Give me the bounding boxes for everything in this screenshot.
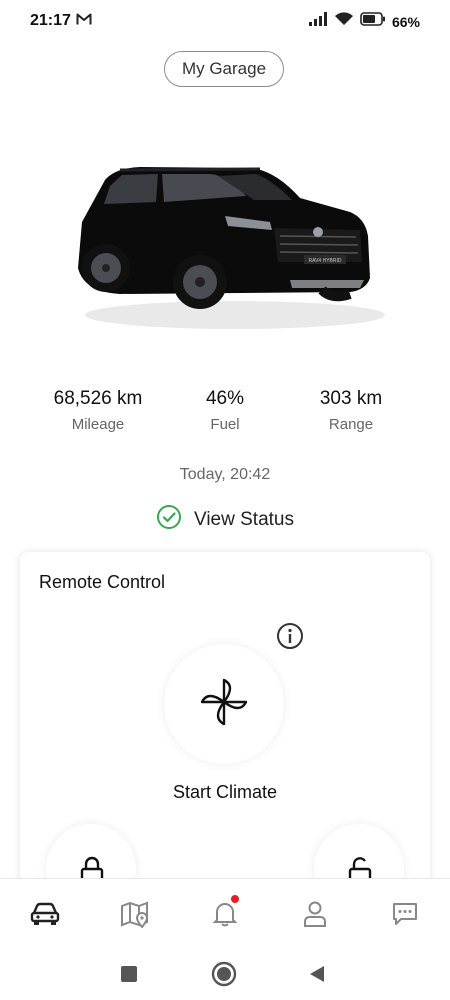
profile-icon bbox=[304, 901, 326, 927]
battery-percent: 66% bbox=[391, 13, 420, 30]
range-label: Range bbox=[328, 416, 374, 433]
view-status-button[interactable]: View Status bbox=[156, 504, 294, 536]
notification-badge bbox=[231, 895, 239, 903]
mileage-label: Mileage bbox=[71, 416, 125, 433]
map-icon bbox=[121, 901, 149, 928]
wifi-icon bbox=[334, 11, 354, 32]
nav-map[interactable] bbox=[115, 897, 155, 931]
square-icon bbox=[121, 966, 137, 982]
bell-icon bbox=[212, 903, 238, 927]
recents-button[interactable] bbox=[115, 960, 143, 988]
fuel-value: 46% bbox=[205, 388, 245, 409]
nav-notifications[interactable] bbox=[205, 895, 245, 931]
stat-fuel: 46% Fuel bbox=[160, 388, 290, 433]
circle-icon bbox=[211, 961, 237, 987]
my-garage-label: My Garage bbox=[181, 59, 267, 78]
my-garage-button[interactable]: My Garage bbox=[164, 51, 284, 87]
gmail-icon bbox=[76, 12, 92, 31]
nav-chat[interactable] bbox=[385, 897, 425, 931]
range-value: 303 km bbox=[319, 388, 383, 409]
back-button[interactable] bbox=[303, 960, 331, 988]
model-badge: RAV4 HYBRID bbox=[309, 258, 342, 264]
remote-control-title: Remote Control bbox=[39, 572, 166, 592]
check-circle-icon bbox=[156, 504, 182, 536]
remote-control-card: Remote Control Start Climate bbox=[20, 552, 430, 912]
status-timestamp: Today, 20:42 bbox=[179, 466, 271, 483]
nav-profile[interactable] bbox=[295, 897, 335, 931]
mileage-value: 68,526 km bbox=[53, 388, 143, 409]
bottom-nav bbox=[0, 878, 450, 949]
nav-car[interactable] bbox=[25, 897, 65, 931]
stat-mileage: 68,526 km Mileage bbox=[33, 388, 163, 433]
chat-icon bbox=[393, 903, 417, 925]
view-status-label: View Status bbox=[194, 509, 294, 530]
start-climate-label: Start Climate bbox=[172, 782, 278, 802]
start-climate-button[interactable] bbox=[164, 644, 284, 764]
car-icon bbox=[30, 902, 60, 925]
system-nav-bar bbox=[0, 948, 450, 1000]
fuel-label: Fuel bbox=[210, 416, 240, 433]
car-image: RAV4 HYBRID bbox=[60, 150, 390, 340]
info-icon[interactable] bbox=[276, 622, 304, 655]
battery-icon bbox=[360, 12, 386, 31]
home-button[interactable] bbox=[210, 960, 238, 988]
status-indicators: 66% bbox=[308, 11, 420, 32]
stat-range: 303 km Range bbox=[286, 388, 416, 433]
signal-icon bbox=[308, 11, 328, 32]
triangle-back-icon bbox=[310, 966, 324, 982]
status-time: 21:17 bbox=[30, 12, 71, 29]
status-bar: 21:17 66% bbox=[0, 0, 450, 44]
fan-icon bbox=[198, 676, 250, 733]
